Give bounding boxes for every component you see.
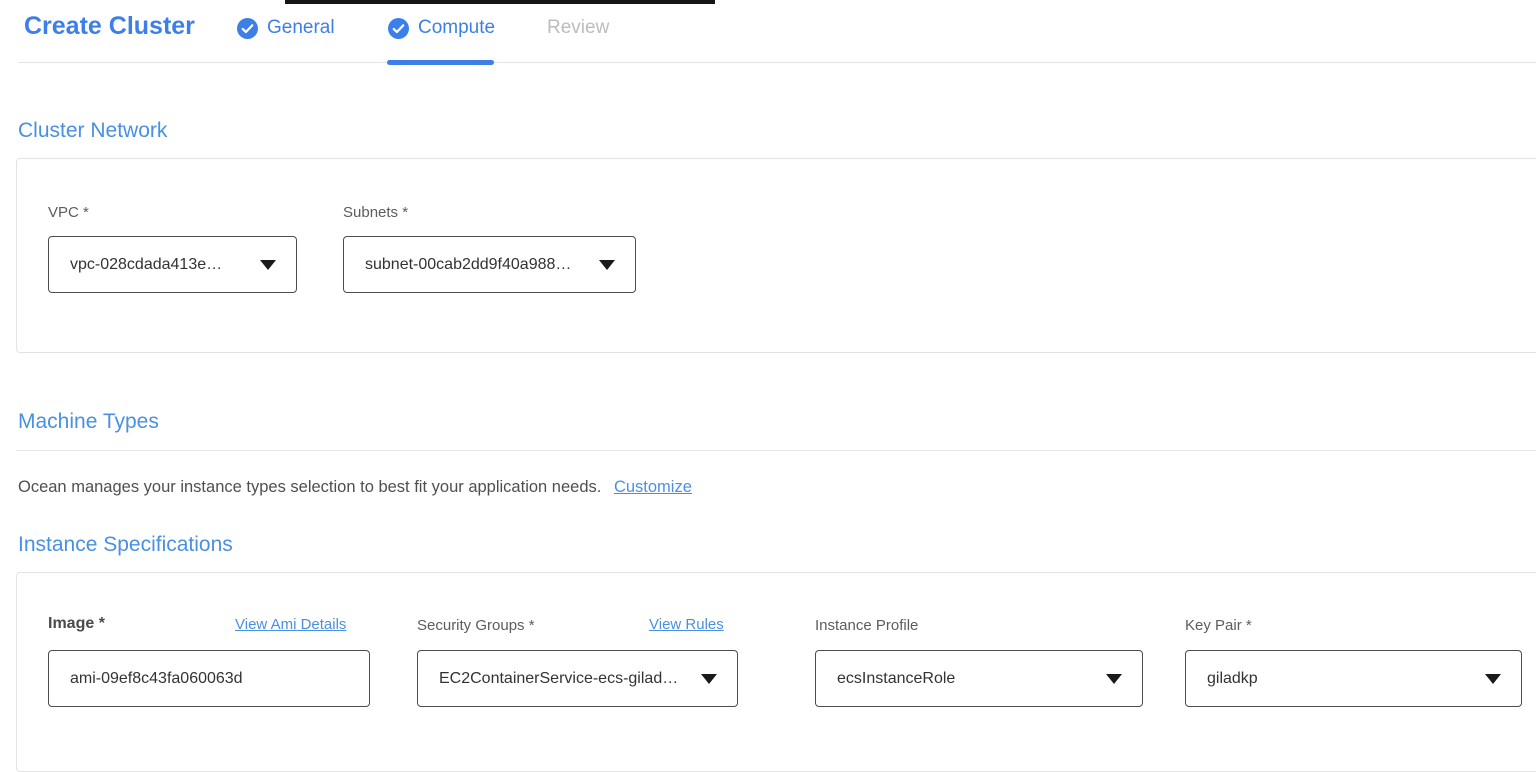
key-pair-selected-value: giladkp: [1207, 670, 1473, 688]
subnets-label: Subnets *: [343, 204, 408, 221]
key-pair-label: Key Pair *: [1185, 617, 1252, 634]
tab-compute[interactable]: Compute: [388, 17, 495, 39]
customize-link[interactable]: Customize: [614, 478, 692, 496]
machine-types-description: Ocean manages your instance types select…: [18, 478, 692, 497]
caret-down-icon: [599, 260, 615, 270]
caret-down-icon: [701, 674, 717, 684]
tab-review[interactable]: Review: [547, 17, 609, 39]
instance-specifications-heading: Instance Specifications: [18, 533, 233, 557]
subnets-select[interactable]: subnet-00cab2dd9f40a988…: [343, 236, 636, 293]
header-divider: [18, 62, 1536, 63]
active-tab-underline: [387, 60, 494, 65]
tab-review-label: Review: [547, 17, 609, 39]
machine-types-description-text: Ocean manages your instance types select…: [18, 478, 601, 496]
machine-types-divider: [16, 450, 1536, 451]
machine-types-heading: Machine Types: [18, 410, 159, 434]
security-groups-select[interactable]: EC2ContainerService-ecs-gilad…: [417, 650, 738, 707]
check-circle-icon: [237, 18, 258, 39]
tab-general-label: General: [267, 17, 335, 39]
security-groups-label: Security Groups *: [417, 617, 535, 634]
vpc-selected-value: vpc-028cdada413e…: [70, 256, 248, 274]
instance-profile-label: Instance Profile: [815, 617, 918, 634]
key-pair-select[interactable]: giladkp: [1185, 650, 1522, 707]
page-title: Create Cluster: [24, 12, 195, 41]
check-circle-icon: [388, 18, 409, 39]
security-groups-selected-value: EC2ContainerService-ecs-gilad…: [439, 670, 689, 688]
image-label: Image *: [48, 615, 105, 633]
image-input[interactable]: ami-09ef8c43fa060063d: [48, 650, 370, 707]
view-rules-link[interactable]: View Rules: [649, 616, 724, 633]
caret-down-icon: [260, 260, 276, 270]
cluster-network-heading: Cluster Network: [18, 119, 167, 143]
cropped-top-bar: [285, 0, 715, 4]
caret-down-icon: [1106, 674, 1122, 684]
instance-profile-selected-value: ecsInstanceRole: [837, 670, 1094, 688]
instance-profile-select[interactable]: ecsInstanceRole: [815, 650, 1143, 707]
vpc-label: VPC *: [48, 204, 89, 221]
caret-down-icon: [1485, 674, 1501, 684]
subnets-selected-value: subnet-00cab2dd9f40a988…: [365, 256, 587, 274]
view-ami-details-link[interactable]: View Ami Details: [235, 616, 346, 633]
create-cluster-wizard: Create Cluster General Compute Review Cl…: [0, 0, 1536, 726]
image-input-value: ami-09ef8c43fa060063d: [70, 670, 243, 688]
tab-general[interactable]: General: [237, 17, 335, 39]
tab-compute-label: Compute: [418, 17, 495, 39]
vpc-select[interactable]: vpc-028cdada413e…: [48, 236, 297, 293]
